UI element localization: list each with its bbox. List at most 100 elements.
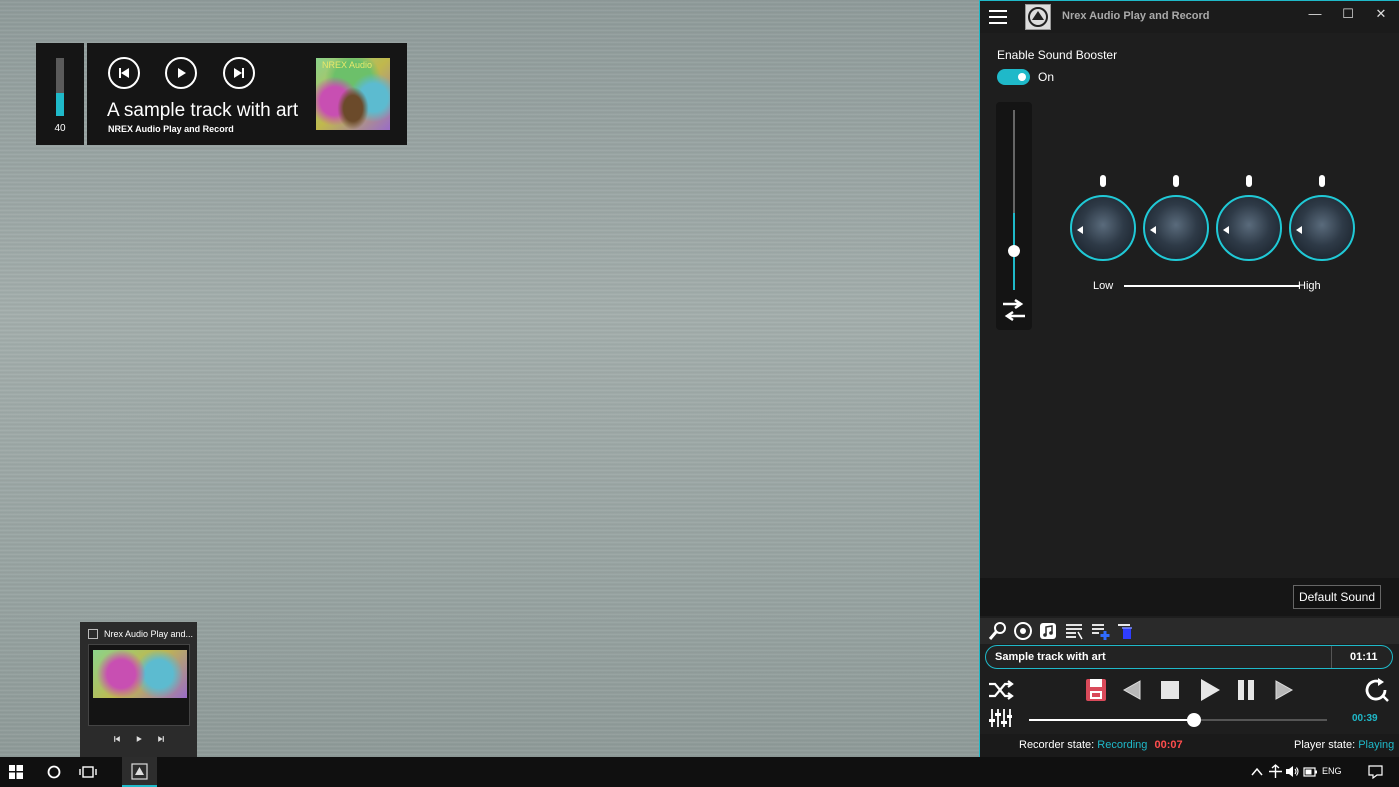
eq-knob-1[interactable]	[1070, 171, 1136, 263]
shuffle-button[interactable]	[987, 676, 1015, 704]
input-language[interactable]: ENG	[1322, 766, 1342, 776]
repeat-icon	[1365, 678, 1389, 702]
windows-start-icon[interactable]	[9, 765, 23, 779]
stop-button[interactable]	[1156, 676, 1184, 704]
status-bar: Recorder state: Recording 00:07 Player s…	[980, 734, 1399, 758]
preview-title: Nrex Audio Play and...	[104, 629, 194, 639]
track-duration: 01:11	[1350, 651, 1378, 663]
eq-knob-3[interactable]	[1216, 171, 1282, 263]
remove-from-playlist-icon[interactable]	[1116, 621, 1136, 641]
eq-knob-2[interactable]	[1143, 171, 1209, 263]
fast-forward-button[interactable]	[1270, 676, 1298, 704]
app-window: Nrex Audio Play and Record — ☐ ✕ Enable …	[979, 0, 1399, 758]
default-sound-button[interactable]: Default Sound	[1293, 585, 1381, 609]
play-icon	[1201, 679, 1220, 701]
toolbar	[980, 618, 1399, 644]
sound-booster-toggle[interactable]	[997, 69, 1030, 85]
media-overlay: A sample track with art NREX Audio Play …	[87, 43, 407, 145]
app-logo-icon	[1028, 7, 1048, 27]
record-button[interactable]	[1082, 676, 1110, 704]
knob-dial[interactable]	[1289, 195, 1355, 261]
pause-button[interactable]	[1232, 676, 1260, 704]
preview-next-button[interactable]	[154, 732, 168, 746]
playlist-icon[interactable]	[1064, 621, 1084, 641]
player-state-value: Playing	[1358, 739, 1395, 751]
recorder-time: 00:07	[1154, 739, 1183, 751]
skip-next-icon	[157, 736, 164, 742]
knob-dial[interactable]	[1143, 195, 1209, 261]
player-state: Player state: Playing	[1294, 739, 1394, 751]
current-position-time: 00:39	[1352, 713, 1378, 724]
toggle-state-label: On	[1038, 70, 1055, 84]
preview-controls	[80, 732, 197, 746]
preview-play-button[interactable]	[132, 732, 146, 746]
menu-icon[interactable]	[989, 10, 1007, 24]
booster-slider-panel	[996, 102, 1032, 330]
chevron-up-icon[interactable]	[1250, 765, 1264, 779]
repeat-button[interactable]	[1363, 676, 1391, 704]
minimize-button[interactable]: —	[1300, 5, 1330, 23]
cortana-icon[interactable]	[45, 763, 63, 781]
preview-album-art	[93, 650, 187, 698]
seek-bar-thumb[interactable]	[1187, 713, 1201, 727]
skip-previous-icon	[113, 736, 120, 742]
previous-track-button[interactable]	[108, 57, 140, 89]
play-control-button[interactable]	[1195, 676, 1223, 704]
play-icon	[178, 68, 186, 78]
knob-dial[interactable]	[1070, 195, 1136, 261]
low-high-line	[1124, 285, 1300, 287]
window-title: Nrex Audio Play and Record	[1062, 10, 1210, 22]
recorder-state-label: Recorder state:	[1019, 739, 1095, 751]
player-state-label: Player state:	[1294, 739, 1356, 751]
skip-previous-icon	[119, 68, 129, 78]
speaker-icon[interactable]	[1285, 764, 1300, 779]
knob-indicator	[1100, 175, 1106, 187]
next-track-button[interactable]	[223, 57, 255, 89]
task-view-icon[interactable]	[79, 763, 97, 781]
booster-slider-thumb[interactable]	[1008, 245, 1020, 257]
volume-value: 40	[54, 123, 66, 134]
taskbar-app-nrex-audio[interactable]	[122, 757, 157, 787]
divider	[1331, 646, 1332, 668]
skip-next-icon	[234, 68, 244, 78]
volume-bar[interactable]	[56, 58, 64, 116]
equalizer-settings-icon[interactable]	[1001, 298, 1027, 322]
album-art-text: NREX Audio	[322, 60, 373, 70]
volume-bar-fill	[56, 92, 64, 116]
seek-bar[interactable]	[1029, 719, 1327, 721]
network-icon[interactable]	[1268, 764, 1283, 779]
music-file-icon[interactable]	[1038, 621, 1058, 641]
add-to-playlist-icon[interactable]	[1090, 621, 1110, 641]
knob-indicator	[1246, 175, 1252, 187]
eq-knob-4[interactable]	[1289, 171, 1355, 263]
low-label: Low	[1093, 280, 1114, 292]
album-art: NREX Audio	[316, 58, 390, 130]
stop-icon	[1161, 681, 1179, 699]
title-bar: Nrex Audio Play and Record — ☐ ✕	[980, 1, 1399, 33]
pause-icon	[1238, 680, 1254, 700]
sound-booster-label: Enable Sound Booster	[997, 48, 1118, 62]
action-center-icon[interactable]	[1368, 764, 1383, 779]
shuffle-icon	[989, 680, 1014, 700]
search-icon[interactable]	[988, 621, 1008, 641]
preview-previous-button[interactable]	[110, 732, 124, 746]
toggle-knob	[1018, 73, 1026, 81]
rewind-button[interactable]	[1118, 676, 1146, 704]
record-icon[interactable]	[1013, 621, 1033, 641]
preview-thumbnail[interactable]	[88, 644, 190, 726]
media-track-title: A sample track with art	[107, 100, 299, 121]
booster-slider[interactable]	[1013, 110, 1015, 290]
knob-indicator	[1173, 175, 1179, 187]
close-button[interactable]: ✕	[1366, 5, 1396, 23]
taskbar: ENG	[0, 757, 1399, 787]
battery-icon[interactable]	[1303, 765, 1318, 779]
maximize-button[interactable]: ☐	[1333, 5, 1363, 23]
knob-dial[interactable]	[1216, 195, 1282, 261]
rewind-icon	[1122, 680, 1141, 700]
play-button[interactable]	[165, 57, 197, 89]
current-track-name: Sample track with art	[995, 651, 1106, 663]
taskbar-thumbnail-preview[interactable]: Nrex Audio Play and...	[80, 622, 197, 757]
media-app-name: NREX Audio Play and Record	[108, 124, 234, 134]
recorder-state: Recorder state: Recording 00:07	[1019, 739, 1183, 751]
mixer-icon[interactable]	[988, 707, 1012, 729]
